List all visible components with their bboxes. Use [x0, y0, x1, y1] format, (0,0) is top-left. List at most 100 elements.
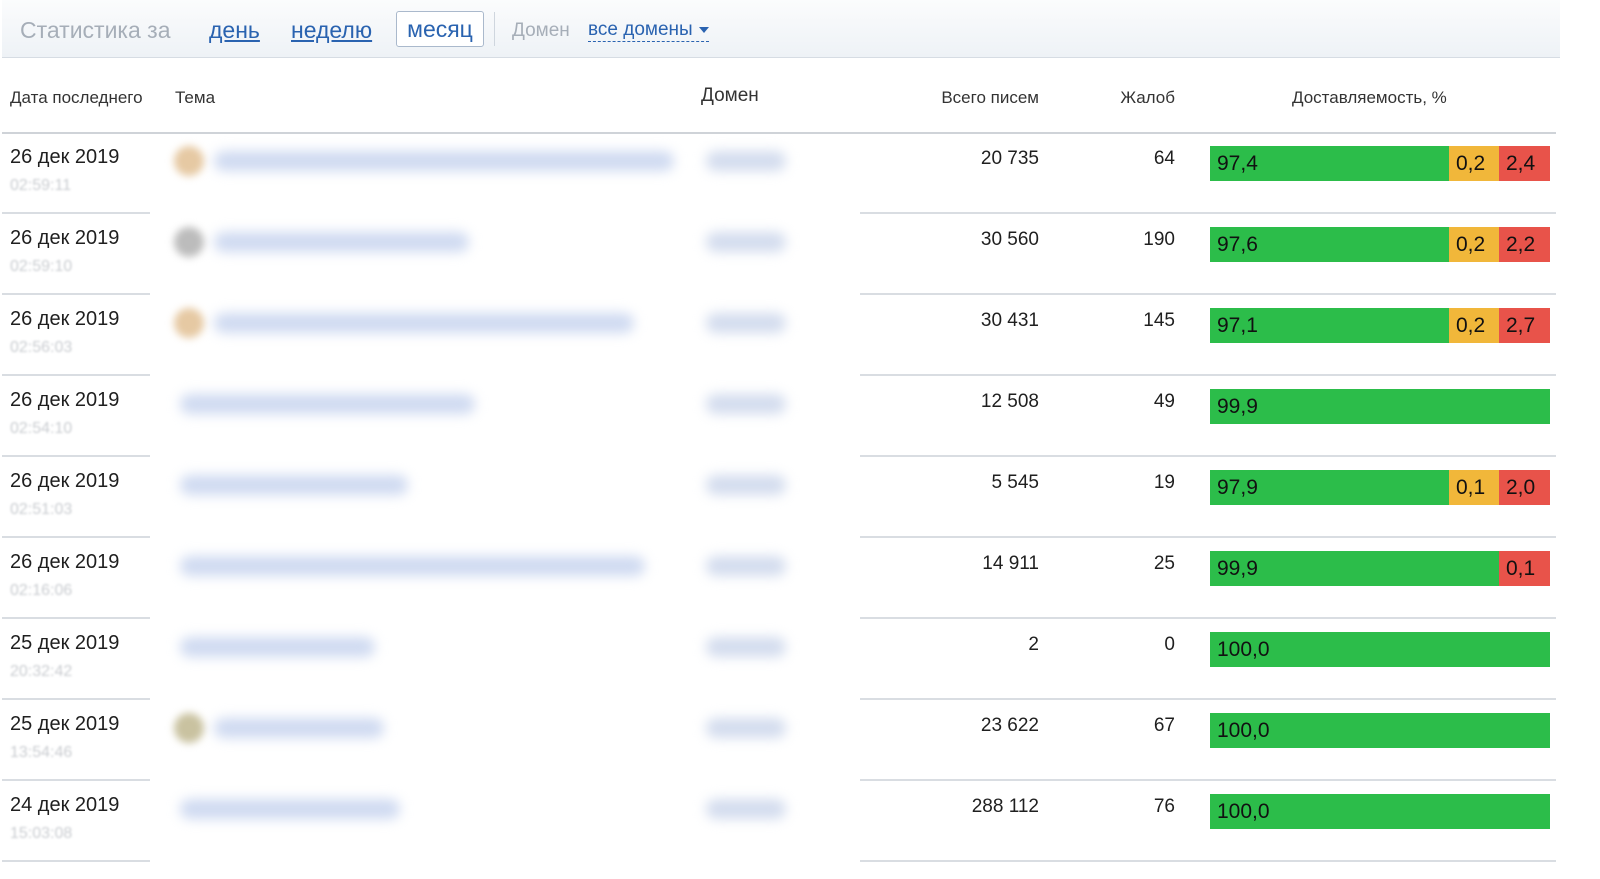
row-total-emails: 2 — [1028, 634, 1039, 655]
row-total-emails: 30 431 — [980, 310, 1039, 331]
domain-filter-label: Домен — [512, 20, 570, 41]
deliverability-bar: 99,9 — [1210, 389, 1550, 424]
row-domain-blurred — [706, 394, 786, 414]
row-complaints: 19 — [1153, 472, 1175, 493]
row-time: 02:16:06 — [10, 582, 73, 599]
row-date: 25 дек 2019 — [10, 713, 120, 735]
column-header-domain[interactable]: Домен — [701, 85, 759, 107]
table-row[interactable]: 24 дек 2019 15:03:08 288 112 76 100,0 — [2, 781, 1556, 862]
row-time: 02:54:10 — [10, 420, 73, 437]
row-total-emails: 30 560 — [980, 229, 1039, 250]
row-total-emails: 5 545 — [991, 472, 1039, 493]
row-complaints: 0 — [1164, 634, 1175, 655]
table-row[interactable]: 26 дек 2019 02:56:03 30 431 145 97,1 0,2 2… — [2, 295, 1556, 376]
column-header-date[interactable]: Дата последнего — [10, 88, 143, 108]
period-week-link[interactable]: неделю — [291, 17, 372, 44]
sender-avatar — [174, 227, 204, 257]
column-header-complaints[interactable]: Жалоб — [1120, 88, 1175, 108]
row-subject-blurred[interactable] — [180, 637, 375, 657]
period-month-button[interactable]: месяц — [396, 11, 484, 47]
table-row[interactable]: 25 дек 2019 20:32:42 2 0 100,0 — [2, 619, 1556, 700]
column-header-deliverability[interactable]: Доставляемость, % — [1292, 88, 1447, 108]
row-domain-blurred — [706, 475, 786, 495]
table-row[interactable]: 26 дек 2019 02:54:10 12 508 49 99,9 — [2, 376, 1556, 457]
delivered-segment: 97,1 — [1210, 308, 1449, 343]
row-subject-blurred[interactable] — [180, 556, 645, 576]
sender-avatar — [174, 713, 204, 743]
row-date: 26 дек 2019 — [10, 551, 120, 573]
row-complaints: 145 — [1143, 310, 1175, 331]
spam-segment: 0,2 — [1449, 308, 1499, 343]
row-subject-blurred[interactable] — [214, 313, 634, 333]
column-header-total[interactable]: Всего писем — [941, 88, 1039, 108]
sender-avatar — [174, 146, 204, 176]
row-domain-blurred — [706, 151, 786, 171]
row-time: 02:56:03 — [10, 339, 73, 356]
row-complaints: 49 — [1153, 391, 1175, 412]
table-row[interactable]: 25 дек 2019 13:54:46 23 622 67 100,0 — [2, 700, 1556, 781]
deliverability-bar: 99,9 0,1 — [1210, 551, 1550, 586]
row-total-emails: 288 112 — [971, 796, 1039, 817]
row-time: 02:51:03 — [10, 501, 73, 518]
row-total-emails: 20 735 — [980, 148, 1039, 169]
delivered-segment: 97,9 — [1210, 470, 1449, 505]
spam-segment: 0,1 — [1449, 470, 1499, 505]
row-complaints: 67 — [1153, 715, 1175, 736]
row-time: 15:03:08 — [10, 825, 73, 842]
row-subject-blurred[interactable] — [214, 232, 469, 252]
delivered-segment: 100,0 — [1210, 794, 1550, 829]
row-total-emails: 14 911 — [982, 553, 1039, 574]
failed-segment: 0,1 — [1499, 551, 1550, 586]
delivered-segment: 99,9 — [1210, 551, 1499, 586]
delivered-segment: 100,0 — [1210, 632, 1550, 667]
row-domain-blurred — [706, 637, 786, 657]
period-day-link[interactable]: день — [209, 17, 260, 44]
period-toolbar: Статистика за день неделю месяц Домен вс… — [2, 0, 1560, 58]
deliverability-bar: 97,9 0,1 2,0 — [1210, 470, 1550, 505]
row-date: 26 дек 2019 — [10, 308, 120, 330]
row-complaints: 64 — [1153, 148, 1175, 169]
row-divider — [2, 860, 150, 862]
chevron-down-icon — [698, 26, 709, 33]
row-subject-blurred[interactable] — [214, 718, 384, 738]
deliverability-bar: 97,6 0,2 2,2 — [1210, 227, 1550, 262]
table-row[interactable]: 26 дек 2019 02:59:10 30 560 190 97,6 0,2 2… — [2, 214, 1556, 295]
row-complaints: 190 — [1143, 229, 1175, 250]
table-row[interactable]: 26 дек 2019 02:59:11 20 735 64 97,4 0,2 2,… — [2, 133, 1556, 214]
row-time: 02:59:10 — [10, 258, 73, 275]
table-header: Дата последнего Тема Домен Всего писем Ж… — [2, 58, 1556, 134]
table-row[interactable]: 26 дек 2019 02:51:03 5 545 19 97,9 0,1 2,0 — [2, 457, 1556, 538]
row-subject-blurred[interactable] — [214, 151, 674, 171]
row-date: 26 дек 2019 — [10, 227, 120, 249]
sender-avatar — [174, 308, 204, 338]
row-complaints: 76 — [1153, 796, 1175, 817]
deliverability-bar: 100,0 — [1210, 794, 1550, 829]
delivered-segment: 97,4 — [1210, 146, 1449, 181]
domain-filter-select[interactable]: все домены — [588, 19, 709, 42]
row-domain-blurred — [706, 232, 786, 252]
row-domain-blurred — [706, 718, 786, 738]
toolbar-divider — [494, 12, 495, 46]
row-date: 26 дек 2019 — [10, 389, 120, 411]
failed-segment: 2,7 — [1499, 308, 1550, 343]
row-subject-blurred[interactable] — [180, 394, 475, 414]
row-subject-blurred[interactable] — [180, 475, 408, 495]
failed-segment: 2,2 — [1499, 227, 1550, 262]
failed-segment: 2,0 — [1499, 470, 1550, 505]
row-date: 26 дек 2019 — [10, 470, 120, 492]
row-domain-blurred — [706, 799, 786, 819]
row-total-emails: 23 622 — [980, 715, 1039, 736]
deliverability-bar: 97,4 0,2 2,4 — [1210, 146, 1550, 181]
failed-segment: 2,4 — [1499, 146, 1550, 181]
column-header-subject[interactable]: Тема — [175, 88, 215, 108]
row-time: 20:32:42 — [10, 663, 73, 680]
deliverability-bar: 100,0 — [1210, 632, 1550, 667]
spam-segment: 0,2 — [1449, 227, 1499, 262]
row-domain-blurred — [706, 313, 786, 333]
table-row[interactable]: 26 дек 2019 02:16:06 14 911 25 99,9 0,1 — [2, 538, 1556, 619]
stats-period-label: Статистика за — [20, 17, 171, 43]
row-date: 25 дек 2019 — [10, 632, 120, 654]
row-subject-blurred[interactable] — [180, 799, 400, 819]
deliverability-bar: 97,1 0,2 2,7 — [1210, 308, 1550, 343]
delivered-segment: 100,0 — [1210, 713, 1550, 748]
